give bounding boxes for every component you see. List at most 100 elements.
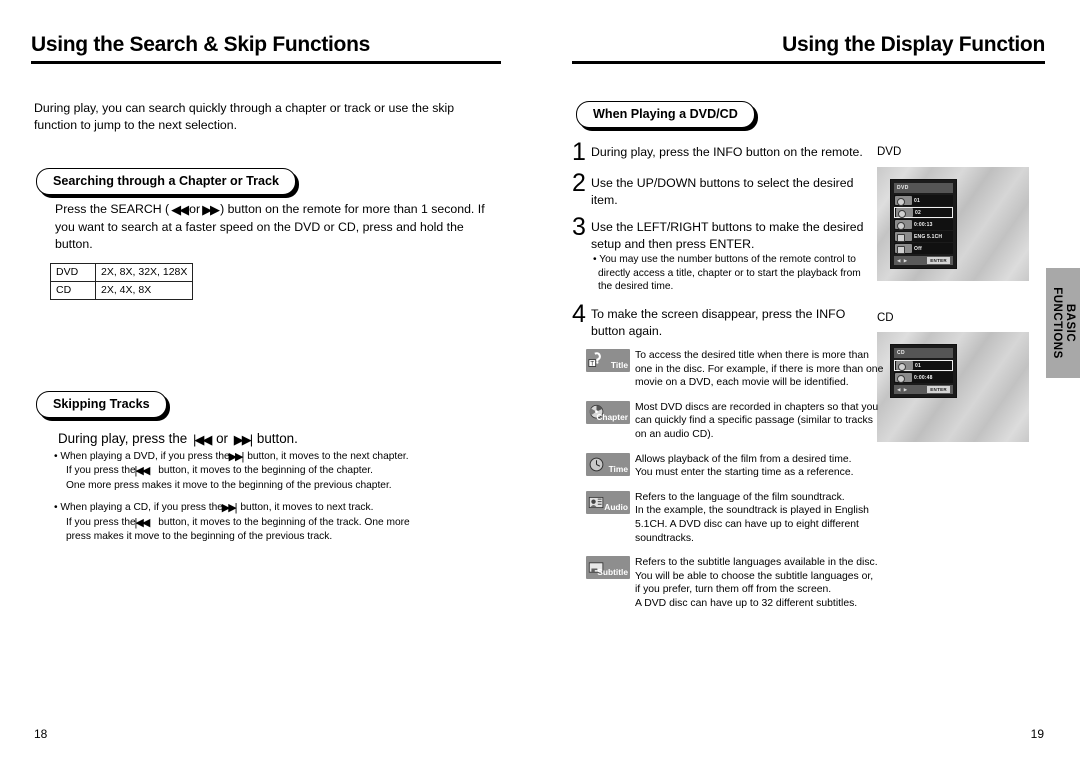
table-cell-speeds-cd: 2X, 4X, 8X [94, 281, 194, 300]
dvd-skip-l1-b: button, it moves to the next chapter. [247, 451, 409, 462]
left-page-title: Using the Search & Skip Functions [31, 33, 370, 56]
step-1-text: During play, press the INFO button on th… [591, 145, 863, 159]
osd-panel-dvd: DVD 01 02 0:00:13 ENG 5.1CH Off ◀ ▶ ENTE… [890, 179, 957, 269]
osd-row-track[interactable]: 01 [894, 360, 953, 371]
skip-next-icon: ▶▶| [221, 502, 238, 515]
dvd-skip-l2-b: button, it moves to the beginning of the… [158, 465, 373, 477]
step-3-note: • You may use the number buttons of the … [593, 253, 873, 294]
icon-legend: T Title To access the desired title when… [586, 349, 886, 622]
legend-line: one in the disc. For example, if there i… [635, 363, 884, 375]
osd-title-cd: CD [894, 348, 953, 358]
search-line1-a: Press the SEARCH ( [55, 202, 170, 216]
osd-value-time-cd: 0:00:48 [914, 374, 933, 381]
side-tab-basic-functions: BASIC FUNCTIONS [1046, 268, 1080, 378]
skip-lead-a: During play, press the [58, 431, 188, 446]
osd-caption-dvd: DVD [877, 146, 902, 158]
osd-row-time-cd[interactable]: 0:00:48 [894, 372, 953, 383]
skip-lead-line: During play, press the |◀◀ or ▶▶| button… [58, 430, 298, 449]
step-4-text: To make the screen disappear, press the … [591, 307, 846, 338]
legend-text-time: Allows playback of the film from a desir… [635, 453, 854, 480]
time-badge: Time [586, 452, 630, 476]
legend-item-title: T Title To access the desired title when… [586, 349, 886, 390]
osd-row-title[interactable]: 01 [894, 195, 953, 206]
osd-screen-cd: CD 01 0:00:48 ◀ ▶ ENTER [877, 332, 1029, 442]
title-icon [895, 196, 912, 206]
side-tab-text: BASIC FUNCTIONS [1050, 287, 1076, 359]
legend-line: To access the desired title when there i… [635, 350, 869, 361]
step-3-note-line-1: • You may use the number buttons of the … [593, 254, 856, 265]
osd-row-chapter[interactable]: 02 [894, 207, 953, 218]
osd-caption-cd: CD [877, 312, 894, 324]
time-icon [895, 373, 912, 383]
cd-skip-l2-a: If you press the [66, 516, 136, 528]
skip-previous-icon: |◀◀ [134, 465, 151, 478]
table-row: DVD 2X, 8X, 32X, 128X [50, 263, 194, 282]
left-intro-text: During play, you can search quickly thro… [34, 101, 455, 132]
skip-lead-or: or [216, 431, 229, 446]
pill-searching-chapter-track: Searching through a Chapter or Track [36, 168, 297, 195]
legend-item-time: Time Allows playback of the film from a … [586, 452, 886, 480]
chapter-badge-label: Chapter [596, 411, 628, 422]
svg-text:T: T [590, 362, 594, 368]
audio-badge: Audio [586, 490, 630, 514]
legend-item-audio: Audio Refers to the language of the film… [586, 490, 886, 545]
skip-next-icon: ▶▶| [228, 451, 245, 463]
cd-skip-l1-b: button, it moves to next track. [240, 502, 374, 514]
chapter-badge: Chapter [586, 400, 630, 424]
title-icon: T [588, 352, 601, 368]
title-badge-label: Title [610, 360, 628, 370]
time-icon [895, 220, 912, 230]
manual-spread: Using the Search & Skip Functions During… [0, 0, 1080, 765]
legend-line: You will be able to choose the subtitle … [635, 570, 874, 582]
page-number-left: 18 [34, 727, 48, 741]
legend-line: A DVD disc can have up to 32 different s… [635, 597, 858, 609]
legend-line: Refers to the subtitle languages availab… [635, 557, 878, 569]
right-header-rule [572, 61, 1045, 64]
left-right-arrows-icon: ◀ ▶ [897, 257, 909, 263]
step-3: 3 Use the LEFT/RIGHT buttons to make the… [572, 215, 867, 253]
table-cell-speeds-dvd: 2X, 8X, 32X, 128X [94, 263, 194, 282]
step-1: 1 During play, press the INFO button on … [572, 138, 872, 166]
legend-text-title: To access the desired title when there i… [635, 349, 883, 390]
osd-enter-button-dvd[interactable]: ENTER [927, 257, 950, 264]
osd-title-dvd: DVD [894, 183, 953, 193]
skip-previous-icon: |◀◀ [193, 432, 212, 447]
step-3-note-line-3: the desired time. [598, 281, 674, 293]
legend-line: on an audio CD). [635, 428, 714, 440]
time-badge-label: Time [608, 463, 628, 474]
osd-value-subtitle: Off [914, 245, 922, 252]
skip-lead-b: button. [256, 431, 298, 446]
osd-row-audio[interactable]: ENG 5.1CH [894, 231, 953, 242]
time-icon [589, 457, 604, 471]
step-2-text: Use the UP/DOWN buttons to select the de… [591, 176, 854, 207]
osd-row-time[interactable]: 0:00:13 [894, 219, 953, 230]
step-4-number: 4 [572, 300, 586, 328]
subtitle-icon [895, 244, 912, 254]
dvd-skip-l2-a: If you press the [66, 465, 136, 477]
legend-line: 5.1CH. A DVD disc can have up to eight d… [635, 518, 859, 530]
side-tab-line-1: BASIC [1064, 303, 1076, 343]
legend-line: if you prefer, turn them off from the sc… [635, 584, 832, 596]
list-item: • When playing a CD, if you press the ▶▶… [54, 501, 494, 543]
skip-previous-icon: |◀◀ [134, 516, 151, 529]
legend-line: Most DVD discs are recorded in chapters … [635, 401, 879, 413]
legend-line: can quickly find a specific passage (sim… [635, 415, 873, 427]
right-page-header: Using the Display Function [572, 33, 1045, 64]
track-icon [896, 361, 913, 371]
osd-value-time: 0:00:13 [914, 221, 933, 228]
osd-enter-button-cd[interactable]: ENTER [927, 386, 950, 393]
search-line1-b: ) button on the remote for more than 1 s… [220, 202, 475, 216]
table-row: CD 2X, 4X, 8X [50, 281, 194, 300]
legend-line: You must enter the starting time as a re… [635, 467, 854, 479]
legend-line: soundtracks. [635, 532, 694, 544]
table-cell-disc-dvd: DVD [50, 263, 96, 282]
legend-text-audio: Refers to the language of the film sound… [635, 491, 869, 545]
osd-footer-dvd: ◀ ▶ ENTER [894, 256, 953, 265]
dvd-skip-l1-a: • When playing a DVD, if you press the [54, 451, 230, 462]
audio-icon [588, 496, 604, 508]
step-1-number: 1 [572, 138, 586, 166]
skip-bullet-list: • When playing a DVD, if you press the ▶… [54, 450, 494, 552]
legend-line: In the example, the soundtrack is played… [635, 505, 869, 517]
subtitle-badge-label: Subtitle [597, 567, 628, 578]
osd-row-subtitle[interactable]: Off [894, 243, 953, 254]
